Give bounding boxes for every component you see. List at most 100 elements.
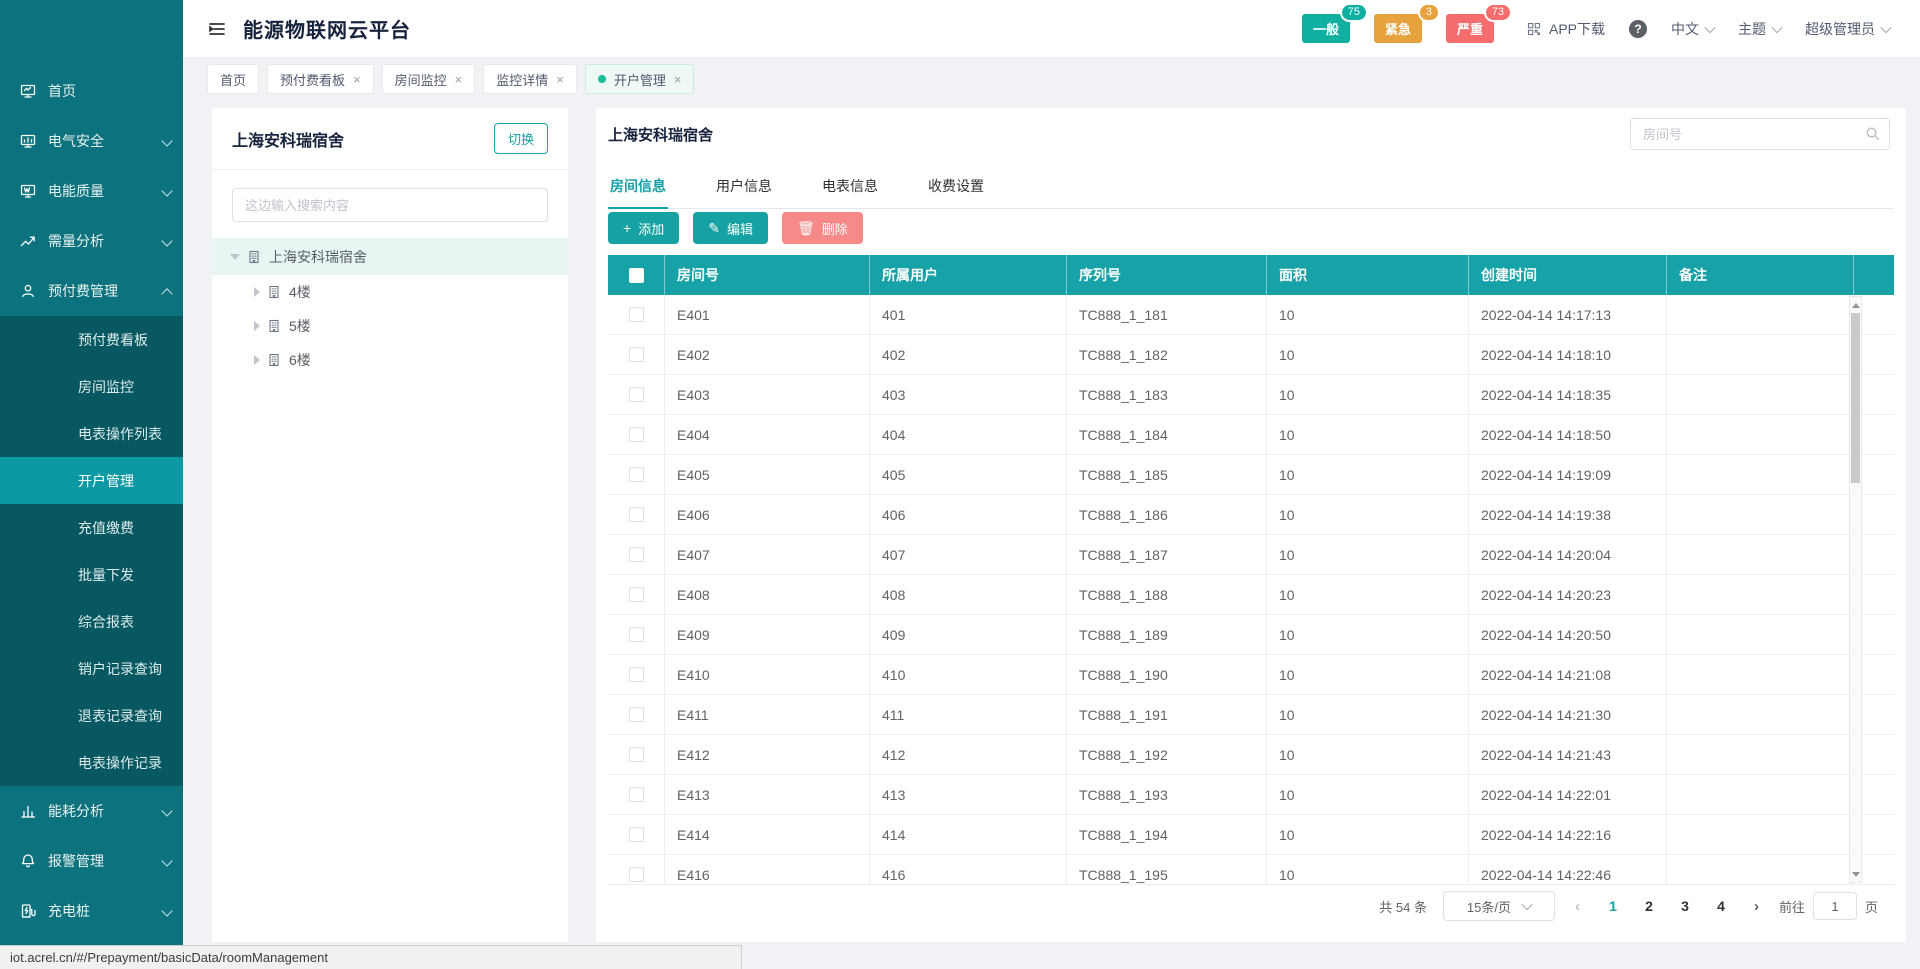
row-checkbox[interactable] bbox=[629, 787, 644, 802]
sidebar-item[interactable]: 预付费管理 bbox=[0, 266, 183, 316]
tree-node-label: 上海安科瑞宿舍 bbox=[269, 247, 367, 267]
close-icon[interactable]: × bbox=[455, 73, 463, 86]
user-menu[interactable]: 超级管理员 bbox=[1805, 19, 1890, 39]
row-checkbox[interactable] bbox=[629, 747, 644, 762]
page-size-select[interactable]: 15条/页 bbox=[1443, 891, 1555, 921]
table-scrollbar[interactable] bbox=[1849, 296, 1862, 883]
close-icon[interactable]: × bbox=[556, 73, 564, 86]
help-icon[interactable]: ? bbox=[1629, 20, 1647, 38]
close-icon[interactable]: × bbox=[353, 73, 361, 86]
delete-button[interactable]: 🗑 删除 bbox=[782, 212, 863, 244]
sidebar-item[interactable]: 综合报表 bbox=[0, 598, 183, 645]
chevron-icon bbox=[161, 905, 172, 916]
detail-tab[interactable]: 电表信息 bbox=[820, 166, 880, 208]
row-checkbox[interactable] bbox=[629, 667, 644, 682]
tree-search-input[interactable] bbox=[232, 188, 548, 222]
row-checkbox[interactable] bbox=[629, 707, 644, 722]
sidebar-item[interactable]: 充电桩 bbox=[0, 886, 183, 936]
row-checkbox[interactable] bbox=[629, 347, 644, 362]
table-row: E404 404 TC888_1_184 10 2022-04-14 14:18… bbox=[608, 415, 1894, 455]
count-badge: 75 bbox=[1340, 3, 1368, 22]
sidebar-item[interactable]: 开户管理 bbox=[0, 457, 183, 504]
detail-tab-label: 收费设置 bbox=[928, 178, 984, 194]
row-checkbox[interactable] bbox=[629, 827, 644, 842]
theme-menu[interactable]: 主题 bbox=[1738, 19, 1781, 39]
cell-remark bbox=[1667, 735, 1854, 774]
add-button[interactable]: + 添加 bbox=[608, 212, 679, 244]
sidebar-item[interactable]: 需量分析 bbox=[0, 216, 183, 266]
tree-node-root[interactable]: 上海安科瑞宿舍 bbox=[212, 238, 568, 275]
edit-button[interactable]: ✎ 编辑 bbox=[693, 212, 768, 244]
scrollbar-thumb[interactable] bbox=[1851, 313, 1860, 483]
sidebar-item[interactable]: 退表记录查询 bbox=[0, 692, 183, 739]
row-checkbox[interactable] bbox=[629, 467, 644, 482]
table-row: E409 409 TC888_1_189 10 2022-04-14 14:20… bbox=[608, 615, 1894, 655]
goto-page: 前往 页 bbox=[1779, 892, 1878, 920]
page-number[interactable]: 1 bbox=[1600, 898, 1626, 914]
tree-node[interactable]: 6楼 bbox=[212, 343, 568, 377]
scroll-up-arrow[interactable] bbox=[1850, 299, 1861, 311]
page-number[interactable]: 4 bbox=[1708, 898, 1734, 914]
nav-tab[interactable]: 房间监控 × bbox=[382, 64, 476, 94]
sidebar-item[interactable]: 房间监控 bbox=[0, 363, 183, 410]
sidebar-item[interactable]: 电能质量 bbox=[0, 166, 183, 216]
alarm-level-critical-badge[interactable]: 严重 73 bbox=[1446, 14, 1494, 43]
search-icon[interactable] bbox=[1864, 125, 1881, 142]
sidebar-item[interactable]: 预付费看板 bbox=[0, 316, 183, 363]
sidebar-item-label: 预付费看板 bbox=[78, 330, 148, 350]
rooms-table: 房间号 所属用户 序列号 面积 创建时间 备注 E401 401 TC888_1… bbox=[608, 255, 1894, 885]
cell-user: 404 bbox=[870, 415, 1067, 454]
column-header-serial: 序列号 bbox=[1067, 255, 1267, 295]
row-checkbox[interactable] bbox=[629, 547, 644, 562]
row-checkbox[interactable] bbox=[629, 387, 644, 402]
nav-tab[interactable]: 预付费看板 × bbox=[267, 64, 374, 94]
sidebar-item[interactable]: 充值缴费 bbox=[0, 504, 183, 551]
cell-room: E407 bbox=[665, 535, 870, 574]
tree-node[interactable]: 5楼 bbox=[212, 309, 568, 343]
cell-area: 10 bbox=[1267, 735, 1469, 774]
sidebar-item-label: 房间监控 bbox=[78, 377, 134, 397]
language-menu[interactable]: 中文 bbox=[1671, 19, 1714, 39]
tree-node[interactable]: 4楼 bbox=[212, 275, 568, 309]
panel-title: 上海安科瑞宿舍 bbox=[608, 124, 713, 145]
cell-room: E414 bbox=[665, 815, 870, 854]
sidebar-item[interactable]: 电表操作列表 bbox=[0, 410, 183, 457]
cell-area: 10 bbox=[1267, 775, 1469, 814]
nav-tab[interactable]: 首页 × bbox=[207, 64, 259, 94]
alarm-level-urgent-badge[interactable]: 紧急 3 bbox=[1374, 14, 1422, 43]
detail-tab[interactable]: 收费设置 bbox=[926, 166, 986, 208]
detail-tab[interactable]: 用户信息 bbox=[714, 166, 774, 208]
nav-tab[interactable]: 开户管理 × bbox=[585, 64, 695, 94]
row-checkbox[interactable] bbox=[629, 307, 644, 322]
sidebar-item[interactable]: 报警管理 bbox=[0, 836, 183, 886]
row-checkbox[interactable] bbox=[629, 627, 644, 642]
close-icon[interactable]: × bbox=[674, 73, 682, 86]
sidebar-item[interactable]: 电气安全 bbox=[0, 116, 183, 166]
prev-page-button[interactable]: ‹ bbox=[1571, 898, 1584, 915]
page-number[interactable]: 3 bbox=[1672, 898, 1698, 914]
sidebar-item[interactable]: 能耗分析 bbox=[0, 786, 183, 836]
switch-building-button[interactable]: 切换 bbox=[494, 123, 548, 154]
sidebar-item[interactable]: 批量下发 bbox=[0, 551, 183, 598]
detail-tab[interactable]: 房间信息 bbox=[608, 166, 668, 208]
electric-safety-icon bbox=[18, 131, 38, 151]
nav-tab[interactable]: 监控详情 × bbox=[483, 64, 577, 94]
row-checkbox[interactable] bbox=[629, 867, 644, 882]
next-page-button[interactable]: › bbox=[1750, 898, 1763, 915]
row-checkbox[interactable] bbox=[629, 507, 644, 522]
room-number-search-input[interactable] bbox=[1630, 118, 1890, 150]
scroll-down-arrow[interactable] bbox=[1850, 868, 1861, 880]
chevron-down-icon bbox=[1880, 21, 1891, 32]
menu-collapse-icon[interactable] bbox=[207, 19, 227, 39]
page-number[interactable]: 2 bbox=[1636, 898, 1662, 914]
goto-page-input[interactable] bbox=[1813, 892, 1857, 920]
chevron-down-icon bbox=[1704, 21, 1715, 32]
app-download-link[interactable]: APP下载 bbox=[1526, 19, 1605, 39]
row-checkbox[interactable] bbox=[629, 587, 644, 602]
row-checkbox[interactable] bbox=[629, 427, 644, 442]
sidebar-item[interactable]: 销户记录查询 bbox=[0, 645, 183, 692]
sidebar-item[interactable]: 电表操作记录 bbox=[0, 739, 183, 786]
sidebar-item[interactable]: 首页 bbox=[0, 66, 183, 116]
alarm-level-general-badge[interactable]: 一般 75 bbox=[1302, 14, 1350, 43]
select-all-checkbox[interactable] bbox=[629, 268, 644, 283]
